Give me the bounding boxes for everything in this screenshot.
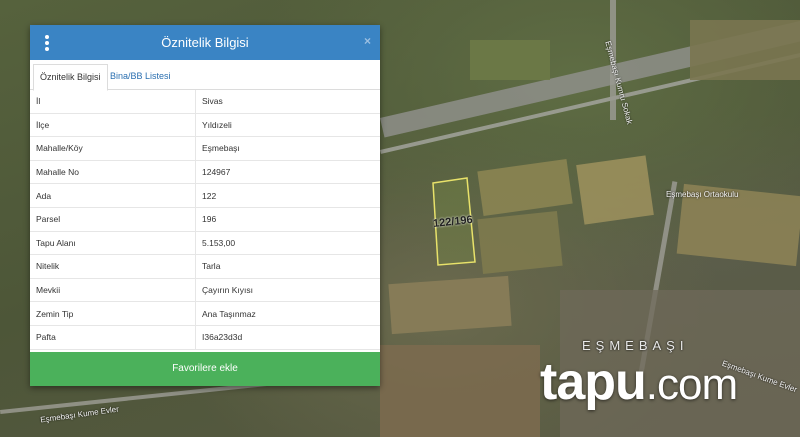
close-icon[interactable]: × (364, 34, 371, 48)
row-value: Çayırın Kıyısı (195, 278, 380, 303)
row-key: Parsel (30, 207, 196, 232)
row-key: Pafta (30, 325, 196, 350)
attribute-table: İl Sivas İlçe Yıldızeli Mahalle/Köy Eşmebaş… (30, 90, 380, 350)
row-key: Mahalle No (30, 160, 196, 185)
table-row: Nitelik Tarla (30, 254, 380, 279)
school-label: Eşmebaşı Ortaokulu (666, 190, 739, 199)
row-key: Mahalle/Köy (30, 136, 196, 161)
table-row: Mevkii Çayırın Kıyısı (30, 278, 380, 303)
panel-title: Öznitelik Bilgisi (161, 35, 249, 50)
row-value: I36a23d3d (195, 325, 380, 350)
table-row: Pafta I36a23d3d (30, 325, 380, 350)
row-key: Mevkii (30, 278, 196, 303)
table-row: Ada 122 (30, 183, 380, 208)
panel-header: Öznitelik Bilgisi × (30, 25, 380, 60)
row-value: 122 (195, 183, 380, 208)
table-row: Mahalle No 124967 (30, 160, 380, 185)
table-row: Zemin Tip Ana Taşınmaz (30, 301, 380, 326)
table-row: Tapu Alanı 5.153,00 (30, 231, 380, 256)
row-key: Nitelik (30, 254, 196, 279)
row-key: Tapu Alanı (30, 231, 196, 256)
tab-bar: Öznitelik Bilgisi Bina/BB Listesi (30, 60, 380, 91)
row-value: 5.153,00 (195, 231, 380, 256)
table-row: Mahalle/Köy Eşmebaşı (30, 136, 380, 161)
tapu-logo: tapu.com (540, 353, 738, 411)
row-key: Ada (30, 183, 196, 208)
add-favorite-button[interactable]: Favorilere ekle (30, 352, 380, 386)
attribute-panel: Öznitelik Bilgisi × Öznitelik Bilgisi Bi… (30, 25, 380, 386)
row-value: Ana Taşınmaz (195, 301, 380, 326)
row-value: Tarla (195, 254, 380, 279)
table-row: İlçe Yıldızeli (30, 113, 380, 138)
tab-attribute-info[interactable]: Öznitelik Bilgisi (33, 64, 108, 91)
village-label: EŞMEBAŞI (582, 338, 689, 353)
row-key: İl (30, 90, 196, 114)
row-value: Yıldızeli (195, 113, 380, 138)
table-row: Parsel 196 (30, 207, 380, 232)
tab-building-list[interactable]: Bina/BB Listesi (104, 64, 177, 89)
row-key: Zemin Tip (30, 301, 196, 326)
row-value: Eşmebaşı (195, 136, 380, 161)
row-value: 124967 (195, 160, 380, 185)
row-value: Sivas (195, 90, 380, 114)
row-key: İlçe (30, 113, 196, 138)
table-row: İl Sivas (30, 90, 380, 114)
row-value: 196 (195, 207, 380, 232)
